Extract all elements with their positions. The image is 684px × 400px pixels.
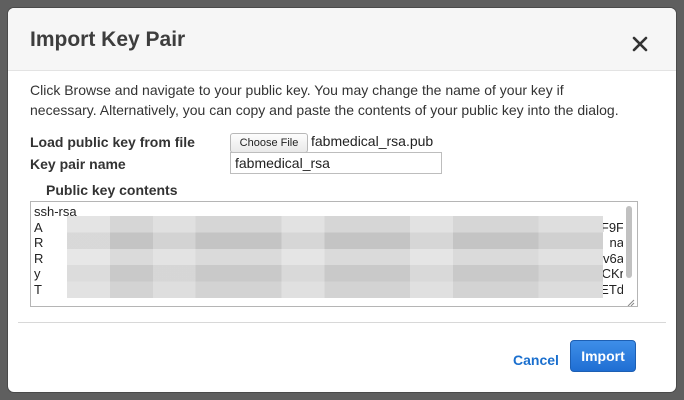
cancel-button[interactable]: Cancel <box>513 352 559 368</box>
public-key-contents-textarea[interactable]: ssh-rsa A F9F Rna Rv6a y CKr T ETd <box>30 201 638 307</box>
key-pair-name-label: Key pair name <box>30 156 126 172</box>
load-public-key-label: Load public key from file <box>30 134 195 150</box>
instructions-line-2: necessary. Alternatively, you can copy a… <box>30 102 619 118</box>
close-icon[interactable] <box>628 32 652 56</box>
instructions-text: Click Browse and navigate to your public… <box>30 80 650 120</box>
import-button[interactable]: Import <box>570 340 636 372</box>
choose-file-button[interactable]: Choose File <box>230 133 308 153</box>
key-pair-name-input[interactable] <box>230 152 442 174</box>
scrollbar-thumb[interactable] <box>626 206 632 278</box>
resize-handle-icon[interactable] <box>625 294 635 306</box>
public-key-contents-label: Public key contents <box>46 182 178 198</box>
import-key-pair-dialog: Import Key Pair Click Browse and navigat… <box>8 8 676 392</box>
footer-divider <box>18 322 666 323</box>
selected-file-name: fabmedical_rsa.pub <box>311 133 434 149</box>
redacted-key-region <box>67 216 603 298</box>
dialog-header: Import Key Pair <box>8 8 676 71</box>
instructions-line-1: Click Browse and navigate to your public… <box>30 82 564 98</box>
dialog-title: Import Key Pair <box>30 28 186 51</box>
